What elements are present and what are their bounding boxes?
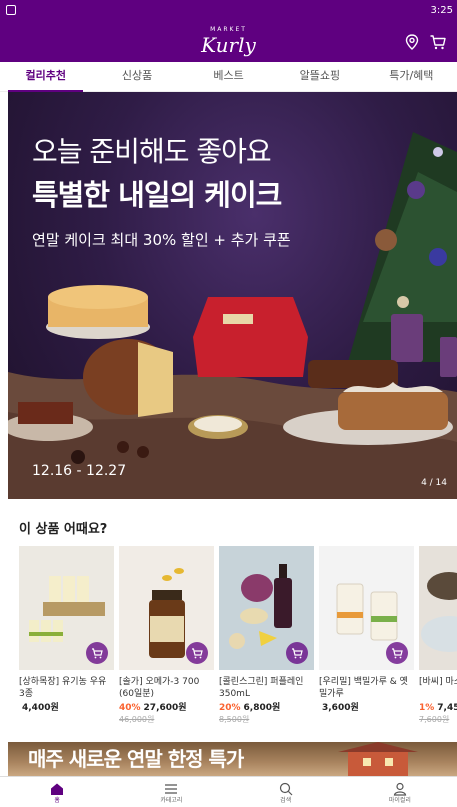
product-discount: 40% <box>119 703 141 713</box>
product-price: 4,400원 <box>22 703 59 713</box>
nav-label: 검색 <box>280 797 292 804</box>
status-time: 3:25 <box>430 5 453 16</box>
notification-icon <box>6 5 16 15</box>
price-row: 20% 6,800원 <box>219 702 314 714</box>
banner-date-range: 12.16 - 12.27 <box>32 463 127 479</box>
cart-icon <box>292 648 303 659</box>
tab-best[interactable]: 베스트 <box>183 62 274 91</box>
product-image <box>419 546 457 670</box>
app-header: MARKET Kurly <box>0 22 457 62</box>
menu-icon <box>165 784 178 794</box>
user-icon <box>393 782 407 796</box>
product-carousel[interactable]: [상하목장] 유기농 우유 3종 4,400원 [솔가] 오메가-3 700 (… <box>19 546 457 726</box>
product-discount: 1% <box>419 703 435 713</box>
nav-home[interactable]: 홈 <box>0 777 114 807</box>
product-card[interactable]: [상하목장] 유기농 우유 3종 4,400원 <box>19 546 114 714</box>
banner-description: 연말 케이크 최대 30% 할인 + 추가 쿠폰 <box>32 231 291 249</box>
cart-icon[interactable] <box>429 33 447 51</box>
tab-new-products[interactable]: 신상품 <box>91 62 182 91</box>
price-row: 3,600원 <box>319 702 414 714</box>
price-row: 4,400원 <box>19 702 114 714</box>
nav-my-kurly[interactable]: 마이컬리 <box>343 777 457 807</box>
product-original-price: 46,000원 <box>119 715 155 724</box>
product-name: [우리밀] 백밀가루 & 옛밀가루 <box>319 677 408 699</box>
promo-text: 매주 새로운 연말 한정 특가 <box>28 747 244 771</box>
product-card[interactable]: [콜린스그린] 퍼플레인 350mL 20% 6,800원 8,500원 <box>219 546 314 725</box>
product-card[interactable]: [우리밀] 백밀가루 & 옛밀가루 3,600원 <box>319 546 414 714</box>
tab-kurly-recommend[interactable]: 컬리추천 <box>0 62 91 92</box>
product-card[interactable]: [바씨] 마스 1%7,450원 7,600원 <box>419 546 457 725</box>
product-image <box>19 546 114 670</box>
nav-search[interactable]: 검색 <box>229 777 343 807</box>
nav-category[interactable]: 카테고리 <box>114 777 228 807</box>
add-to-cart-button[interactable] <box>86 642 108 664</box>
nav-label: 홈 <box>54 797 60 804</box>
section-title: 이 상품 어때요? <box>19 522 108 537</box>
nav-label: 카테고리 <box>160 797 183 804</box>
main-banner[interactable]: 오늘 준비해도 좋아요 특별한 내일의 케이크 연말 케이크 최대 30% 할인… <box>8 92 457 499</box>
location-icon[interactable] <box>403 33 421 51</box>
add-to-cart-button[interactable] <box>186 642 208 664</box>
product-price: 3,600원 <box>322 703 359 713</box>
category-tabs: 컬리추천 신상품 베스트 알뜰쇼핑 특가/혜택 <box>0 62 457 92</box>
bottom-navigation: 홈 카테고리 검색 마이컬리 <box>0 776 457 807</box>
product-original-price: 7,600원 <box>419 715 450 724</box>
product-original-price: 8,500원 <box>219 715 250 724</box>
cart-icon <box>192 648 203 659</box>
tab-saving-shopping[interactable]: 알뜰쇼핑 <box>274 62 365 91</box>
kurly-logo[interactable]: MARKET Kurly <box>0 26 457 56</box>
product-discount: 20% <box>219 703 241 713</box>
promo-banner[interactable]: 매주 새로운 연말 한정 특가 <box>8 742 457 776</box>
product-card[interactable]: [솔가] 오메가-3 700 (60일분) 40% 27,600원 46,000원 <box>119 546 214 725</box>
product-image <box>319 546 414 670</box>
tab-special-deals[interactable]: 특가/혜택 <box>366 62 457 91</box>
banner-title: 특별한 내일의 케이크 <box>32 178 282 212</box>
product-name: [콜린스그린] 퍼플레인 350mL <box>219 677 304 699</box>
logo-text: Kurly <box>201 33 256 57</box>
home-icon <box>51 783 64 795</box>
product-price: 6,800원 <box>243 703 281 713</box>
product-image <box>119 546 214 670</box>
status-bar: 3:25 <box>0 0 457 22</box>
nav-label: 마이컬리 <box>388 797 411 804</box>
product-image <box>219 546 314 670</box>
product-name: [상하목장] 유기농 우유 3종 <box>19 677 107 699</box>
cart-icon <box>92 648 103 659</box>
banner-page-indicator: 4 / 14 <box>421 478 447 488</box>
search-icon <box>279 782 293 796</box>
add-to-cart-button[interactable] <box>286 642 308 664</box>
product-price: 27,600원 <box>143 703 187 713</box>
add-to-cart-button[interactable] <box>386 642 408 664</box>
dish-image <box>421 572 457 652</box>
price-row: 1%7,450원 <box>419 702 457 714</box>
product-price: 7,450원 <box>437 703 457 713</box>
cart-icon <box>392 648 403 659</box>
product-name: [바씨] 마스 <box>419 677 457 687</box>
price-row: 40% 27,600원 <box>119 702 214 714</box>
product-name: [솔가] 오메가-3 700 (60일분) <box>119 677 200 699</box>
banner-subtitle: 오늘 준비해도 좋아요 <box>32 135 272 168</box>
